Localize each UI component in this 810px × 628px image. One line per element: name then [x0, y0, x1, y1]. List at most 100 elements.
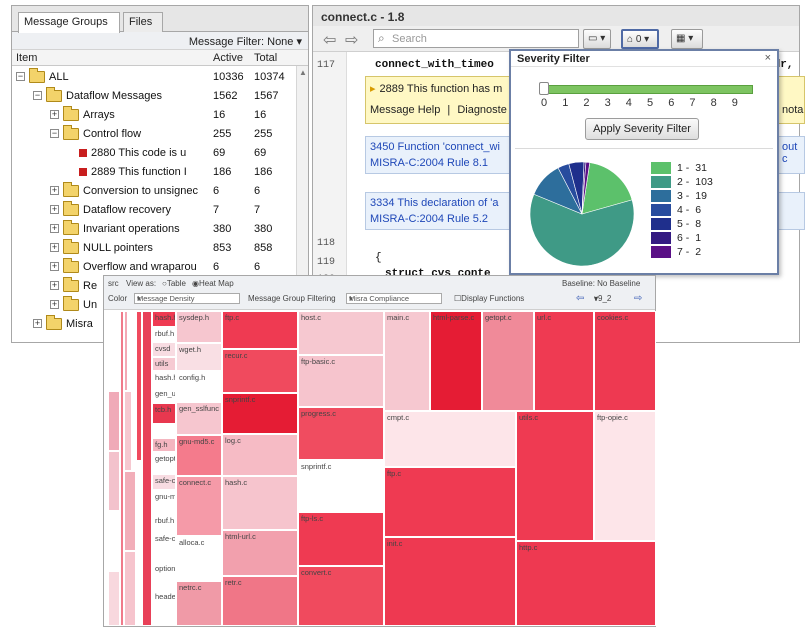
expand-icon[interactable]: +	[50, 281, 59, 290]
severity-filter-button[interactable]: ⌂ 0 ▾	[621, 29, 659, 49]
tree-group-row[interactable]: + Arrays 16 16	[12, 106, 308, 125]
expand-icon[interactable]: +	[50, 262, 59, 271]
heat-map-cell[interactable]: cvsd	[152, 342, 176, 357]
heat-map-cell[interactable]: fg.h	[152, 438, 176, 452]
forward-arrow-icon[interactable]: ⇨	[345, 30, 358, 50]
heat-map-cell[interactable]: alloca.c	[176, 536, 222, 581]
expand-icon[interactable]: +	[50, 110, 59, 119]
heat-map-cell[interactable]: ftp-opie.c	[594, 411, 656, 541]
heat-map-cell[interactable]: gnu-mdt.h	[152, 490, 176, 514]
misra-rule-link[interactable]: MISRA-C:2004 Rule 5.2	[370, 213, 488, 225]
collapse-icon[interactable]: −	[16, 72, 25, 81]
tree-group-row[interactable]: + NULL pointers 853 858	[12, 239, 308, 258]
scroll-up-arrow-icon[interactable]: ▲	[299, 68, 307, 77]
heat-map-cell[interactable]: sysdep.h	[176, 311, 222, 343]
heat-map-cell[interactable]: progress.c	[298, 407, 384, 460]
annotate-link[interactable]: nota	[782, 104, 803, 116]
expand-icon[interactable]: +	[50, 186, 59, 195]
heat-map-cell-unlabeled[interactable]	[124, 471, 136, 551]
severity-slider-track[interactable]	[541, 85, 753, 94]
heat-map-cell[interactable]: gnu-md5.c	[176, 435, 222, 476]
tree-message-row[interactable]: 2880 This code is u 69 69	[12, 144, 308, 163]
messages-dropdown-button[interactable]: ▭ ▾	[583, 29, 611, 49]
heat-map-cell[interactable]: retr.c	[222, 576, 298, 626]
heat-map-cell[interactable]: http.c	[516, 541, 656, 626]
heat-map-cell[interactable]: ftp-ls.c	[298, 512, 384, 566]
heat-map-cell[interactable]: netrc.c	[176, 581, 222, 626]
expand-icon[interactable]: +	[50, 205, 59, 214]
tree-group-row[interactable]: + Conversion to unsignec 6 6	[12, 182, 308, 201]
heat-map-cell[interactable]: html-parse.c	[430, 311, 482, 411]
version-select[interactable]: v9_2 ▾	[594, 294, 611, 303]
heat-map-cell[interactable]: snprintf.c	[222, 393, 298, 434]
heat-map-cell[interactable]: cookies.c	[594, 311, 656, 411]
back-arrow-icon[interactable]: ⇦	[323, 30, 336, 50]
color-select[interactable]: Message Density ▾	[134, 293, 240, 304]
heat-map-cell-unlabeled[interactable]	[108, 391, 120, 451]
heat-map-cell[interactable]: ftp.c	[222, 311, 298, 349]
tab-files[interactable]: Files	[123, 12, 163, 32]
message-text[interactable]: 3450 Function 'connect_wi	[370, 141, 500, 153]
tree-group-row[interactable]: − ALL 10336 10374	[12, 68, 308, 87]
heat-map-cell-unlabeled[interactable]	[108, 451, 120, 511]
message-filter-dropdown[interactable]: Message Filter: None ▾	[12, 32, 308, 50]
collapse-icon[interactable]: −	[50, 129, 59, 138]
heat-map-cell[interactable]: url.c	[534, 311, 594, 411]
message-text[interactable]: 3334 This declaration of 'a	[370, 197, 498, 209]
heat-map-cell[interactable]: gen_sslfunc	[176, 402, 222, 435]
heat-map-cell[interactable]: hash.h	[152, 371, 176, 387]
expand-icon[interactable]: +	[50, 300, 59, 309]
expand-icon[interactable]: +	[50, 243, 59, 252]
heat-map-cell[interactable]: tcb.h	[152, 403, 176, 424]
heat-map-cell[interactable]: wget.h	[176, 343, 222, 371]
tree-group-row[interactable]: − Dataflow Messages 1562 1567	[12, 87, 308, 106]
severity-slider-handle[interactable]	[539, 82, 549, 95]
heat-map-cell[interactable]: convert.c	[298, 566, 384, 626]
forward-arrow-icon[interactable]: ⇨	[634, 293, 642, 304]
diagnostics-link[interactable]: Diagnoste	[457, 104, 507, 116]
heat-map-cell[interactable]: cmpt.c	[384, 411, 516, 467]
heat-map-cell[interactable]: rbuf.h	[152, 514, 176, 532]
heat-map-cell-unlabeled[interactable]	[152, 424, 176, 438]
heat-map-cell[interactable]: config.h	[176, 371, 222, 402]
message-help-link[interactable]: Message Help	[370, 104, 440, 116]
column-total[interactable]: Total	[254, 52, 277, 64]
heat-map-cell[interactable]: recur.c	[222, 349, 298, 393]
search-input[interactable]: ⌕ Search	[373, 29, 579, 48]
view-as-table-option[interactable]: ○ Table	[162, 279, 186, 288]
collapse-icon[interactable]: −	[33, 91, 42, 100]
heat-map-cell[interactable]: rbuf.h	[152, 327, 176, 342]
heat-map-cell[interactable]: ftp.c	[384, 467, 516, 537]
expand-icon[interactable]: +	[33, 319, 42, 328]
heat-map-cell[interactable]: utils.c	[516, 411, 594, 541]
heat-map-cell-unlabeled[interactable]	[124, 391, 132, 471]
heat-map-cell-unlabeled[interactable]	[124, 551, 136, 626]
heat-map-cell[interactable]: snprintf.c	[298, 460, 384, 512]
display-functions-checkbox[interactable]: ☐ Display Functions	[454, 294, 524, 303]
heat-map-cell-unlabeled[interactable]	[108, 351, 120, 391]
heat-map-cell[interactable]: utils	[152, 357, 176, 371]
column-item[interactable]: Item	[16, 52, 37, 64]
view-as-heatmap-option[interactable]: ◉ Heat Map	[192, 279, 234, 288]
heat-map-cell-unlabeled[interactable]	[108, 571, 120, 626]
close-icon[interactable]: ×	[765, 52, 771, 64]
heat-map-cell[interactable]: header	[152, 590, 176, 626]
heat-map-cell[interactable]: hash.c	[222, 476, 298, 530]
column-active[interactable]: Active	[213, 52, 243, 64]
heat-map-cell[interactable]: host.c	[298, 311, 384, 355]
heat-map-cell[interactable]: safe-ctype.c	[152, 532, 176, 562]
message-group-filter-select[interactable]: Misra Compliance ▾	[346, 293, 442, 304]
expand-icon[interactable]: +	[50, 224, 59, 233]
heat-map-cell[interactable]: html-url.c	[222, 530, 298, 576]
tab-message-groups[interactable]: Message Groups	[18, 12, 120, 33]
tree-group-row[interactable]: − Control flow 255 255	[12, 125, 308, 144]
heat-map-cell[interactable]: getopt.c	[482, 311, 534, 411]
tree-group-row[interactable]: + Invariant operations 380 380	[12, 220, 308, 239]
heat-map-cell-unlabeled[interactable]	[108, 511, 120, 571]
heat-map-cell[interactable]: ftp-basic.c	[298, 355, 384, 407]
heat-map-cell[interactable]: options	[152, 562, 176, 590]
heat-map-cell[interactable]: connect.c	[176, 476, 222, 536]
heat-map-cell-unlabeled[interactable]	[142, 311, 152, 626]
tree-group-row[interactable]: + Dataflow recovery 7 7	[12, 201, 308, 220]
chart-dropdown-button[interactable]: ▦ ▾	[671, 29, 703, 49]
